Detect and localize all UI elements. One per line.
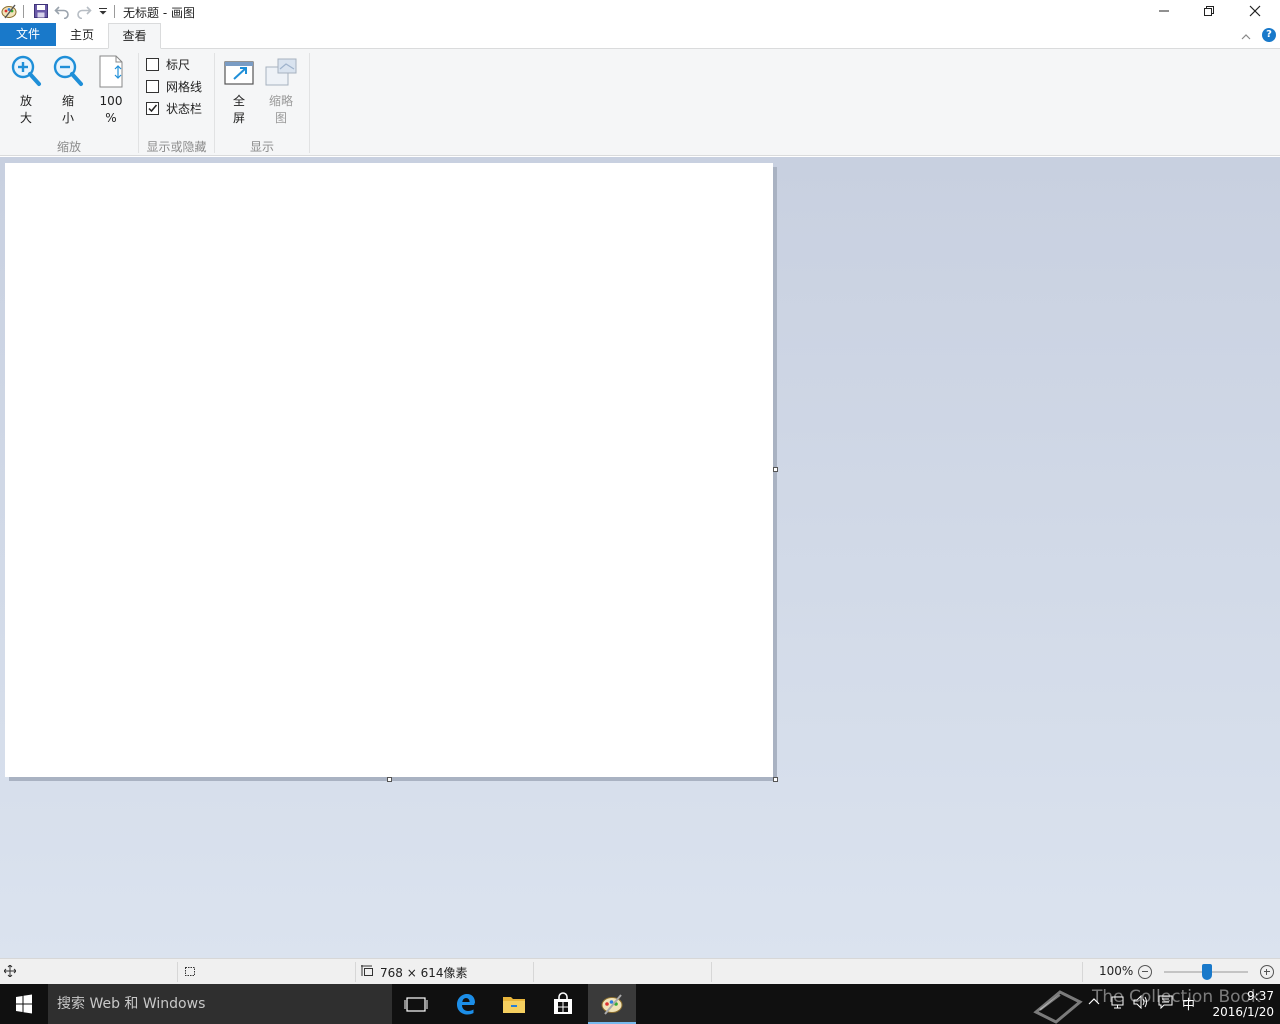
zoom-level: 100% bbox=[1099, 964, 1134, 978]
fullscreen-label-2: 屏 bbox=[232, 111, 245, 125]
status-separator bbox=[177, 962, 178, 982]
status-bar: 768 × 614像素 100% bbox=[0, 958, 1280, 984]
statusbar-label: 状态栏 bbox=[166, 102, 203, 116]
tab-file[interactable]: 文件 bbox=[0, 23, 56, 46]
status-separator bbox=[1082, 962, 1083, 982]
zoom-out-small-button[interactable] bbox=[1138, 965, 1152, 979]
zoom-in-label-2: 大 bbox=[19, 111, 32, 125]
checkmark-icon bbox=[148, 104, 158, 113]
taskbar-clock[interactable]: 9:37 2016/1/20 bbox=[1202, 988, 1274, 1020]
zoom-out-label-1: 缩 bbox=[61, 94, 74, 108]
cursor-position-icon bbox=[3, 964, 17, 980]
minimize-button[interactable] bbox=[1141, 0, 1187, 23]
zoom-in-label-1: 放 bbox=[19, 94, 32, 108]
ribbon-view-panel: 放大 缩小 100% 缩放 标尺 网格线 状态栏 显示或隐藏 全屏 缩略图 显示 bbox=[0, 49, 1280, 156]
statusbar-checkbox[interactable] bbox=[146, 102, 159, 115]
clock-time: 9:37 bbox=[1247, 989, 1274, 1003]
canvas-workspace bbox=[0, 157, 1280, 958]
thumbnail-button[interactable]: 缩略图 bbox=[263, 53, 299, 127]
gridlines-label: 网格线 bbox=[166, 80, 203, 94]
gridlines-checkbox[interactable] bbox=[146, 80, 159, 93]
tab-view[interactable]: 查看 bbox=[108, 23, 161, 49]
ruler-label: 标尺 bbox=[166, 58, 191, 72]
windows-logo-icon bbox=[16, 994, 32, 1014]
save-icon[interactable] bbox=[33, 3, 49, 19]
restore-button[interactable] bbox=[1186, 0, 1232, 23]
watermark-book-icon bbox=[1030, 986, 1086, 1024]
taskbar: 搜索 Web 和 Windows The Collection Book 中 9… bbox=[0, 984, 1280, 1024]
edge-icon bbox=[457, 994, 475, 1015]
task-view-icon bbox=[404, 997, 428, 1012]
store-button[interactable] bbox=[539, 984, 587, 1024]
group-label-show-hide: 显示或隐藏 bbox=[146, 140, 207, 154]
restore-icon bbox=[1204, 6, 1214, 16]
clock-date: 2016/1/20 bbox=[1212, 1005, 1274, 1019]
zoom-100-label-2: % bbox=[105, 111, 117, 125]
group-label-display: 显示 bbox=[249, 140, 274, 154]
paint-icon bbox=[601, 994, 623, 1015]
group-separator bbox=[309, 53, 310, 153]
selection-size-icon bbox=[183, 965, 196, 980]
zoom-out-icon bbox=[53, 55, 83, 86]
minimize-icon bbox=[1159, 10, 1169, 12]
customize-quick-access-icon[interactable] bbox=[97, 3, 113, 19]
separator bbox=[114, 5, 115, 18]
fullscreen-button[interactable]: 全屏 bbox=[221, 53, 257, 127]
network-icon[interactable] bbox=[1111, 995, 1125, 1013]
ruler-checkbox[interactable] bbox=[146, 58, 159, 71]
tab-home[interactable]: 主页 bbox=[58, 23, 106, 49]
start-button[interactable] bbox=[0, 984, 48, 1024]
ribbon-tabs: 文件 主页 查看 ? bbox=[0, 23, 1280, 49]
input-method-indicator[interactable]: 中 bbox=[1182, 994, 1195, 1013]
zoom-in-small-button[interactable] bbox=[1260, 965, 1274, 979]
task-view-button[interactable] bbox=[392, 984, 440, 1024]
close-icon bbox=[1249, 5, 1261, 17]
zoom-out-button[interactable]: 缩小 bbox=[50, 53, 86, 127]
file-explorer-button[interactable] bbox=[490, 984, 538, 1024]
page-100-icon bbox=[99, 55, 123, 88]
window-title: 无标题 - 画图 bbox=[123, 6, 195, 20]
store-bag-icon bbox=[554, 992, 572, 1014]
redo-icon[interactable] bbox=[76, 3, 92, 20]
edge-button[interactable] bbox=[442, 984, 490, 1024]
thumbnail-icon bbox=[265, 58, 297, 86]
taskbar-search-box[interactable]: 搜索 Web 和 Windows bbox=[48, 984, 392, 1024]
image-size-icon bbox=[361, 965, 374, 980]
fullscreen-label-1: 全 bbox=[232, 94, 245, 108]
paint-taskbar-button[interactable] bbox=[588, 984, 636, 1024]
zoom-slider-thumb[interactable] bbox=[1202, 964, 1212, 980]
volume-icon[interactable] bbox=[1133, 994, 1149, 1013]
title-bar: 无标题 - 画图 bbox=[0, 0, 1280, 23]
status-separator bbox=[355, 962, 356, 982]
folder-icon bbox=[503, 997, 525, 1013]
show-hidden-icons-icon[interactable] bbox=[1088, 995, 1100, 1010]
collapse-ribbon-icon[interactable] bbox=[1241, 30, 1251, 44]
status-separator bbox=[711, 962, 712, 982]
status-separator bbox=[533, 962, 534, 982]
paint-app-icon[interactable] bbox=[1, 3, 17, 19]
zoom-100-label-1: 100 bbox=[99, 94, 123, 108]
help-icon[interactable]: ? bbox=[1262, 28, 1276, 42]
separator bbox=[23, 5, 24, 18]
close-button[interactable] bbox=[1232, 0, 1278, 23]
zoom-out-label-2: 小 bbox=[61, 111, 74, 125]
group-label-zoom: 缩放 bbox=[56, 140, 81, 154]
thumbnail-label-2: 图 bbox=[274, 111, 287, 125]
image-dimensions: 768 × 614像素 bbox=[380, 966, 468, 980]
zoom-in-icon bbox=[11, 55, 41, 86]
action-center-icon[interactable] bbox=[1158, 995, 1173, 1013]
drawing-canvas[interactable] bbox=[5, 163, 773, 777]
thumbnail-label-1: 缩略 bbox=[268, 94, 293, 108]
zoom-100-button[interactable]: 100% bbox=[93, 53, 129, 127]
zoom-in-button[interactable]: 放大 bbox=[8, 53, 44, 127]
undo-icon[interactable] bbox=[54, 3, 70, 20]
resize-handle-bottom[interactable] bbox=[387, 777, 392, 782]
resize-handle-corner[interactable] bbox=[773, 777, 778, 782]
fullscreen-icon bbox=[224, 61, 254, 85]
resize-handle-right[interactable] bbox=[773, 467, 778, 472]
